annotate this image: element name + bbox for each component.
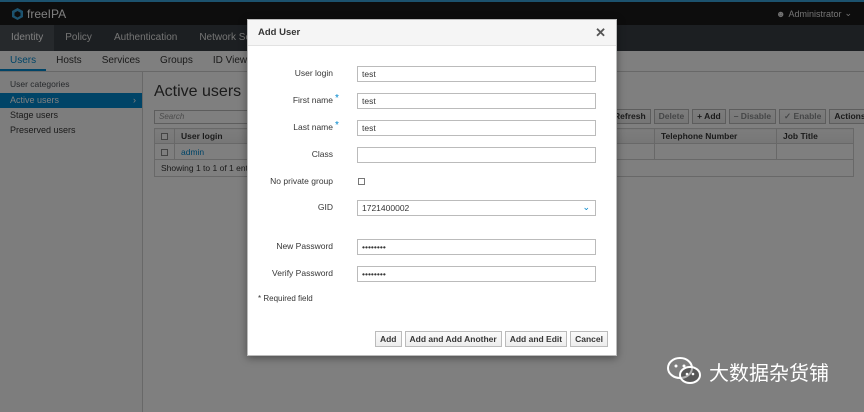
wechat-logo-icon: [667, 357, 701, 384]
cancel-button[interactable]: Cancel: [570, 331, 608, 347]
first-name-row: First name * test: [248, 93, 618, 109]
dialog-title: Add User: [258, 27, 301, 38]
last-name-label: Last name: [293, 122, 333, 132]
last-name-row: Last name * test: [248, 120, 618, 136]
gid-value: 1721400002: [362, 203, 410, 213]
user-login-row: User login test: [248, 66, 618, 82]
watermark-text: 大数据杂货铺: [709, 360, 829, 385]
gid-label: GID: [317, 202, 333, 212]
user-login-label: User login: [294, 68, 333, 78]
dialog-header: Add User ✕: [248, 20, 616, 46]
add-edit-button[interactable]: Add and Edit: [504, 331, 568, 347]
watermark: 大数据杂货铺: [667, 356, 829, 386]
close-icon[interactable]: ✕: [595, 25, 606, 41]
verify-password-label: Verify Password: [272, 268, 333, 278]
add-user-dialog: Add User ✕ User login test First name * …: [247, 19, 617, 356]
class-row: Class: [248, 147, 618, 163]
new-password-field[interactable]: ••••••••: [357, 239, 596, 255]
required-indicator: *: [335, 93, 339, 104]
class-field[interactable]: [357, 147, 596, 163]
verify-password-row: Verify Password ••••••••: [248, 266, 618, 282]
dialog-footer: Add Add and Add Another Add and Edit Can…: [248, 331, 616, 347]
no-private-group-checkbox[interactable]: [358, 178, 365, 185]
gid-row: GID 1721400002 ⌄: [248, 200, 618, 216]
new-password-row: New Password ••••••••: [248, 239, 618, 255]
verify-password-field[interactable]: ••••••••: [357, 266, 596, 282]
new-password-label: New Password: [276, 241, 333, 251]
first-name-label: First name: [292, 95, 333, 105]
add-submit-button[interactable]: Add: [374, 331, 402, 347]
first-name-field[interactable]: test: [357, 93, 596, 109]
required-indicator: *: [335, 120, 339, 131]
chevron-down-icon: ⌄: [582, 202, 590, 212]
no-private-group-row: No private group: [248, 174, 618, 190]
user-login-field[interactable]: test: [357, 66, 596, 82]
class-label: Class: [311, 149, 333, 159]
gid-select[interactable]: 1721400002 ⌄: [357, 200, 596, 216]
no-private-group-label: No private group: [270, 176, 333, 186]
add-another-button[interactable]: Add and Add Another: [404, 331, 502, 347]
last-name-field[interactable]: test: [357, 120, 596, 136]
required-note: * Required field: [258, 294, 313, 303]
